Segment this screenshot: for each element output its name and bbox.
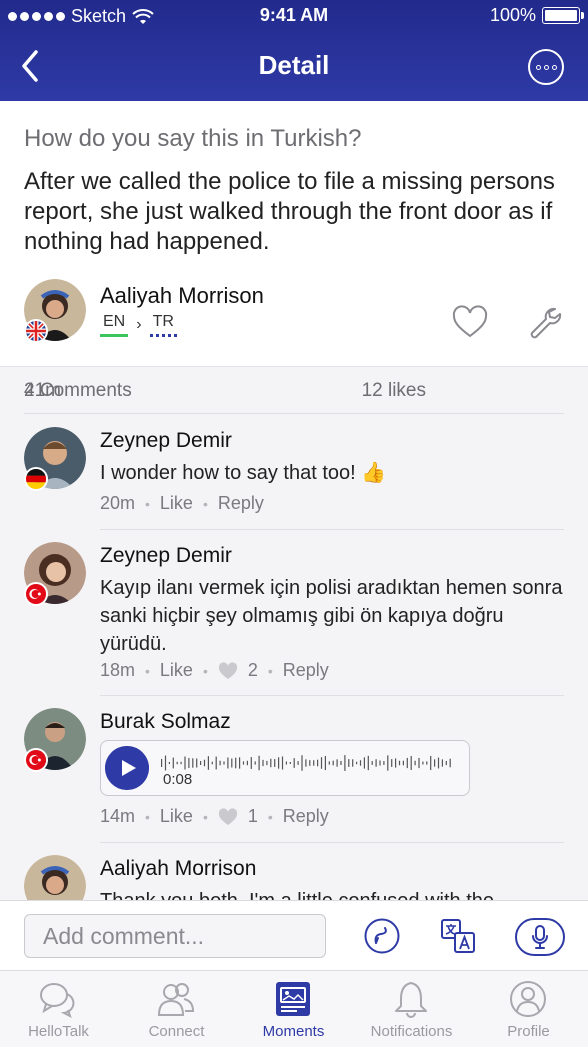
page-title: Detail bbox=[258, 50, 330, 80]
tab-label: Connect bbox=[148, 1023, 205, 1040]
correction-icon[interactable] bbox=[363, 917, 401, 955]
tab-hellotalk[interactable]: HelloTalk bbox=[0, 971, 117, 1047]
audio-duration: 0:08 bbox=[163, 771, 193, 788]
turkey-flag-icon bbox=[24, 748, 48, 772]
comment-author[interactable]: Burak Solmaz bbox=[100, 710, 231, 734]
comment-text: Thank you both. I'm a little confused wi… bbox=[100, 887, 570, 900]
profile-icon bbox=[510, 981, 546, 1017]
translate-icon[interactable] bbox=[439, 917, 477, 955]
battery-percent: 100% bbox=[489, 5, 536, 25]
comment-author[interactable]: Zeynep Demir bbox=[100, 429, 232, 453]
comment-time: 14m bbox=[100, 806, 136, 826]
more-options-icon[interactable] bbox=[528, 49, 564, 85]
tab-label: Notifications bbox=[370, 1023, 453, 1040]
comment-time: 18m bbox=[100, 660, 136, 680]
author-avatar[interactable] bbox=[24, 279, 86, 343]
heart-icon bbox=[218, 807, 237, 825]
comment-text: I wonder how to say that too! 👍 bbox=[100, 462, 387, 484]
native-language: EN bbox=[100, 313, 129, 337]
language-pair: EN › TR bbox=[100, 313, 177, 337]
comment-time: 20m bbox=[100, 493, 136, 513]
comment-text: Kayıp ilanı vermek için polisi aradıktan… bbox=[100, 577, 563, 655]
like-count: 1 bbox=[247, 806, 258, 826]
reply-button[interactable]: Reply bbox=[283, 806, 329, 827]
tab-label: HelloTalk bbox=[28, 1023, 89, 1040]
comment-author[interactable]: Zeynep Demir bbox=[100, 544, 232, 568]
comment-actions: 18m • Like • 2 • Reply bbox=[100, 660, 329, 681]
comment-item: Burak Solmaz 0:08 14m • Like • 1 • Reply bbox=[0, 696, 588, 843]
post-meta: 21m 12 likes 4 Comments bbox=[24, 368, 564, 414]
play-icon[interactable] bbox=[105, 746, 149, 790]
tab-moments[interactable]: Moments bbox=[235, 971, 352, 1047]
moments-icon bbox=[276, 982, 310, 1016]
post-text: After we called the police to file a mis… bbox=[24, 168, 555, 255]
reply-button[interactable]: Reply bbox=[283, 660, 329, 681]
tab-profile[interactable]: Profile bbox=[470, 971, 587, 1047]
turkey-flag-icon bbox=[24, 582, 48, 606]
comment-list: Zeynep Demir I wonder how to say that to… bbox=[0, 415, 588, 900]
heart-icon[interactable] bbox=[452, 305, 488, 341]
heart-icon bbox=[218, 661, 237, 679]
avatar[interactable] bbox=[24, 427, 86, 491]
avatar[interactable] bbox=[24, 542, 86, 606]
like-button[interactable]: Like bbox=[160, 493, 193, 514]
microphone-icon[interactable] bbox=[515, 918, 565, 956]
tab-bar: HelloTalk Connect Moments Notifications … bbox=[0, 970, 588, 1047]
comment-input-bar: Add comment... bbox=[0, 900, 588, 970]
comment-actions: 14m • Like • 1 • Reply bbox=[100, 806, 329, 827]
avatar[interactable] bbox=[24, 855, 86, 900]
tab-label: Moments bbox=[262, 1023, 325, 1040]
tab-notifications[interactable]: Notifications bbox=[353, 971, 470, 1047]
battery-icon bbox=[542, 7, 584, 24]
header: Sketch 9:41 AM 100% Detail bbox=[0, 0, 588, 101]
like-count: 2 bbox=[247, 660, 258, 680]
like-button[interactable]: Like bbox=[160, 660, 193, 681]
tab-label: Profile bbox=[507, 1023, 550, 1040]
waveform bbox=[161, 755, 451, 771]
add-comment-input[interactable]: Add comment... bbox=[24, 914, 326, 958]
tab-connect[interactable]: Connect bbox=[118, 971, 235, 1047]
chat-bubbles-icon bbox=[40, 983, 75, 1018]
germany-flag-icon bbox=[24, 467, 48, 491]
comment-actions: 20m • Like • Reply bbox=[100, 493, 264, 514]
bell-icon bbox=[395, 982, 427, 1018]
comment-author[interactable]: Aaliyah Morrison bbox=[100, 857, 256, 881]
post-card: How do you say this in Turkish? After we… bbox=[0, 101, 588, 367]
author-name[interactable]: Aaliyah Morrison bbox=[100, 283, 264, 309]
uk-flag-icon bbox=[24, 319, 48, 343]
post-question: How do you say this in Turkish? bbox=[24, 125, 362, 152]
comment-item: Aaliyah Morrison Thank you both. I'm a l… bbox=[0, 843, 588, 900]
learning-language: TR bbox=[149, 313, 177, 337]
comment-item: Zeynep Demir Kayıp ilanı vermek için pol… bbox=[0, 530, 588, 696]
voice-message[interactable]: 0:08 bbox=[100, 740, 470, 796]
status-bar: Sketch 9:41 AM 100% bbox=[0, 0, 588, 32]
like-button[interactable]: Like bbox=[160, 806, 193, 827]
avatar[interactable] bbox=[24, 708, 86, 772]
comment-item: Zeynep Demir I wonder how to say that to… bbox=[0, 415, 588, 530]
people-icon bbox=[157, 983, 195, 1016]
wrench-icon[interactable] bbox=[528, 305, 562, 339]
reply-button[interactable]: Reply bbox=[218, 493, 264, 514]
chevron-right-icon: › bbox=[136, 316, 142, 333]
